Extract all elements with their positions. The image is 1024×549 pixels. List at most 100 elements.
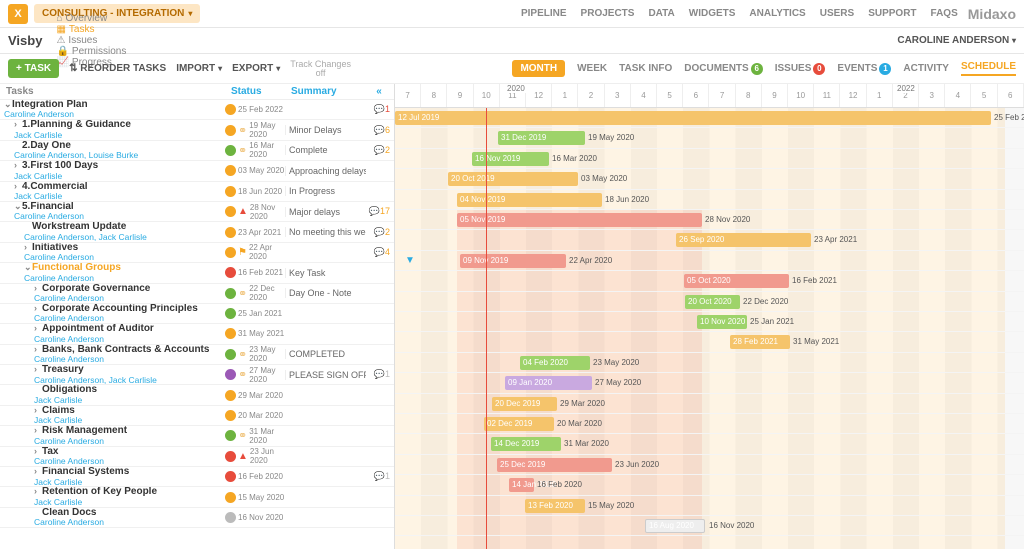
expand-icon[interactable]: › bbox=[34, 304, 42, 313]
gantt-bar[interactable]: 31 Dec 201919 May 2020 bbox=[498, 131, 585, 145]
comment-icon[interactable]: 💬4 bbox=[374, 247, 390, 258]
gantt-bar[interactable]: 16 Nov 201916 Mar 2020 bbox=[472, 152, 549, 166]
collapse-panel-button[interactable]: « bbox=[370, 86, 388, 97]
comment-icon[interactable]: 💬2 bbox=[374, 145, 390, 156]
gantt-bar[interactable]: 09 Jan 202027 May 2020 bbox=[505, 376, 592, 390]
task-summary: Minor Delays bbox=[285, 125, 366, 135]
task-row[interactable]: ⌄Functional GroupsCaroline Anderson16 Fe… bbox=[0, 263, 394, 283]
column-status[interactable]: Status bbox=[231, 86, 291, 97]
task-row[interactable]: ⌄5.FinancialCaroline Anderson▲28 Nov 202… bbox=[0, 202, 394, 222]
comment-icon[interactable]: 💬1 bbox=[374, 104, 390, 115]
expand-icon[interactable]: › bbox=[34, 284, 42, 293]
tab-documents[interactable]: DOCUMENTS6 bbox=[684, 63, 762, 75]
expand-icon[interactable]: ⌄ bbox=[24, 263, 32, 272]
expand-icon[interactable]: › bbox=[34, 345, 42, 354]
task-row[interactable]: ›InitiativesCaroline Anderson⚑22 Apr 202… bbox=[0, 243, 394, 263]
task-row[interactable]: Clean DocsCaroline Anderson16 Nov 2020 bbox=[0, 508, 394, 528]
gantt-bar[interactable]: 14 Dec 201931 Mar 2020 bbox=[491, 437, 561, 451]
gantt-bar[interactable]: 09 Nov 201922 Apr 2020 bbox=[460, 254, 566, 268]
task-row[interactable]: ›1.Planning & GuidanceJack Carlisle⚭19 M… bbox=[0, 120, 394, 140]
nav-pipeline[interactable]: PIPELINE bbox=[521, 8, 567, 19]
task-row[interactable]: Workstream UpdateCaroline Anderson, Jack… bbox=[0, 222, 394, 242]
tab-schedule[interactable]: SCHEDULE bbox=[961, 61, 1016, 76]
add-task-button[interactable]: + TASK bbox=[8, 59, 59, 78]
gantt-bar[interactable]: 16 Aug 202016 Nov 2020 bbox=[645, 519, 705, 533]
expand-icon[interactable]: › bbox=[34, 406, 42, 415]
comment-icon[interactable]: 💬17 bbox=[369, 206, 390, 217]
nav-projects[interactable]: PROJECTS bbox=[581, 8, 635, 19]
task-row[interactable]: ›3.First 100 DaysJack Carlisle03 May 202… bbox=[0, 161, 394, 181]
task-row[interactable]: ›Corporate Accounting PrinciplesCaroline… bbox=[0, 304, 394, 324]
gantt-bar[interactable]: 04 Nov 201918 Jun 2020 bbox=[457, 193, 602, 207]
task-row[interactable]: 2.Day OneCaroline Anderson, Louise Burke… bbox=[0, 141, 394, 161]
task-row[interactable]: ObligationsJack Carlisle29 Mar 2020 bbox=[0, 385, 394, 405]
task-summary: Complete bbox=[285, 145, 366, 155]
task-row[interactable]: ›ClaimsJack Carlisle20 Mar 2020 bbox=[0, 406, 394, 426]
expand-icon[interactable]: › bbox=[14, 161, 22, 170]
nav-faqs[interactable]: FAQS bbox=[931, 8, 958, 19]
tab-task-info[interactable]: TASK INFO bbox=[619, 63, 672, 74]
view-week-button[interactable]: WEEK bbox=[577, 63, 607, 74]
task-row[interactable]: ›Retention of Key PeopleJack Carlisle15 … bbox=[0, 487, 394, 507]
import-button[interactable]: IMPORT ▾ bbox=[176, 63, 222, 74]
gantt-bar[interactable]: 14 Jan 202016 Feb 2020 bbox=[509, 478, 534, 492]
task-row[interactable]: ›TreasuryCaroline Anderson, Jack Carlisl… bbox=[0, 365, 394, 385]
gantt-bar[interactable]: 25 Dec 201923 Jun 2020 bbox=[497, 458, 612, 472]
gantt-bar[interactable]: 26 Sep 202023 Apr 2021 bbox=[676, 233, 811, 247]
task-row[interactable]: ›Appointment of AuditorCaroline Anderson… bbox=[0, 324, 394, 344]
gantt-bar[interactable]: 20 Dec 201929 Mar 2020 bbox=[492, 397, 557, 411]
gantt-bar[interactable]: 05 Oct 202016 Feb 2021 bbox=[684, 274, 789, 288]
task-row[interactable]: ›Corporate GovernanceCaroline Anderson⚭2… bbox=[0, 284, 394, 304]
tab-activity[interactable]: ACTIVITY bbox=[903, 63, 949, 74]
expand-icon[interactable]: › bbox=[34, 365, 42, 374]
task-row[interactable]: ›Risk ManagementCaroline Anderson⚭31 Mar… bbox=[0, 426, 394, 446]
expand-icon[interactable]: ⌄ bbox=[14, 202, 22, 211]
comment-icon[interactable]: 💬2 bbox=[374, 227, 390, 238]
ptab-overview[interactable]: ⌂ Overview bbox=[56, 13, 126, 24]
tab-events[interactable]: EVENTS1 bbox=[837, 63, 891, 75]
nav-data[interactable]: DATA bbox=[648, 8, 674, 19]
app-logo[interactable]: X bbox=[8, 4, 28, 24]
gantt-bar[interactable]: 20 Oct 202022 Dec 2020 bbox=[685, 295, 740, 309]
comment-icon[interactable]: 💬1 bbox=[374, 369, 390, 380]
nav-widgets[interactable]: WIDGETS bbox=[689, 8, 736, 19]
ptab-permissions[interactable]: 🔒 Permissions bbox=[56, 46, 126, 57]
task-row[interactable]: ›Financial SystemsJack Carlisle16 Feb 20… bbox=[0, 467, 394, 487]
tab-issues[interactable]: ISSUES0 bbox=[775, 63, 826, 75]
expand-icon[interactable]: › bbox=[24, 243, 32, 252]
ptab-tasks[interactable]: ▦ Tasks bbox=[56, 24, 126, 35]
nav-analytics[interactable]: ANALYTICS bbox=[749, 8, 805, 19]
expand-icon[interactable]: › bbox=[34, 447, 42, 456]
user-menu[interactable]: CAROLINE ANDERSON ▾ bbox=[897, 35, 1016, 46]
task-row[interactable]: ›Banks, Bank Contracts & AccountsCarolin… bbox=[0, 345, 394, 365]
gantt-bar[interactable]: 12 Jul 201925 Feb 2022 bbox=[395, 111, 991, 125]
gantt-bar[interactable]: 13 Feb 202015 May 2020 bbox=[525, 499, 585, 513]
task-row[interactable]: ›4.CommercialJack Carlisle18 Jun 2020In … bbox=[0, 182, 394, 202]
gantt-bar[interactable]: 02 Dec 201920 Mar 2020 bbox=[484, 417, 554, 431]
view-month-button[interactable]: MONTH bbox=[512, 60, 565, 77]
ptab-issues[interactable]: ⚠ Issues bbox=[56, 35, 126, 46]
expand-icon[interactable]: › bbox=[14, 120, 22, 129]
task-row[interactable]: ⌄Integration PlanCaroline Anderson25 Feb… bbox=[0, 100, 394, 120]
export-button[interactable]: EXPORT ▾ bbox=[232, 63, 280, 74]
expand-icon[interactable]: › bbox=[34, 426, 42, 435]
comment-icon[interactable]: 💬1 bbox=[374, 471, 390, 482]
column-tasks[interactable]: Tasks bbox=[6, 86, 231, 97]
expand-icon[interactable]: ⌄ bbox=[4, 100, 12, 109]
track-changes-toggle[interactable]: Track Changesoff bbox=[290, 60, 351, 78]
gantt-bar[interactable]: 04 Feb 202023 May 2020 bbox=[520, 356, 590, 370]
expand-icon[interactable]: › bbox=[34, 487, 42, 496]
expand-icon[interactable]: › bbox=[34, 324, 42, 333]
column-summary[interactable]: Summary bbox=[291, 86, 370, 97]
nav-support[interactable]: SUPPORT bbox=[868, 8, 916, 19]
gantt-bar[interactable]: 28 Feb 202131 May 2021 bbox=[730, 335, 790, 349]
expand-icon[interactable]: › bbox=[34, 467, 42, 476]
comment-icon[interactable]: 💬6 bbox=[374, 125, 390, 136]
gantt-bar[interactable]: 10 Nov 202025 Jan 2021 bbox=[697, 315, 747, 329]
reorder-tasks-button[interactable]: ⇅ REORDER TASKS bbox=[69, 63, 166, 74]
nav-users[interactable]: USERS bbox=[820, 8, 854, 19]
expand-icon[interactable]: › bbox=[14, 182, 22, 191]
gantt-bar[interactable]: 05 Nov 201928 Nov 2020 bbox=[457, 213, 702, 227]
gantt-bar[interactable]: 20 Oct 201903 May 2020 bbox=[448, 172, 578, 186]
task-row[interactable]: ›TaxCaroline Anderson▲23 Jun 2020 bbox=[0, 447, 394, 467]
